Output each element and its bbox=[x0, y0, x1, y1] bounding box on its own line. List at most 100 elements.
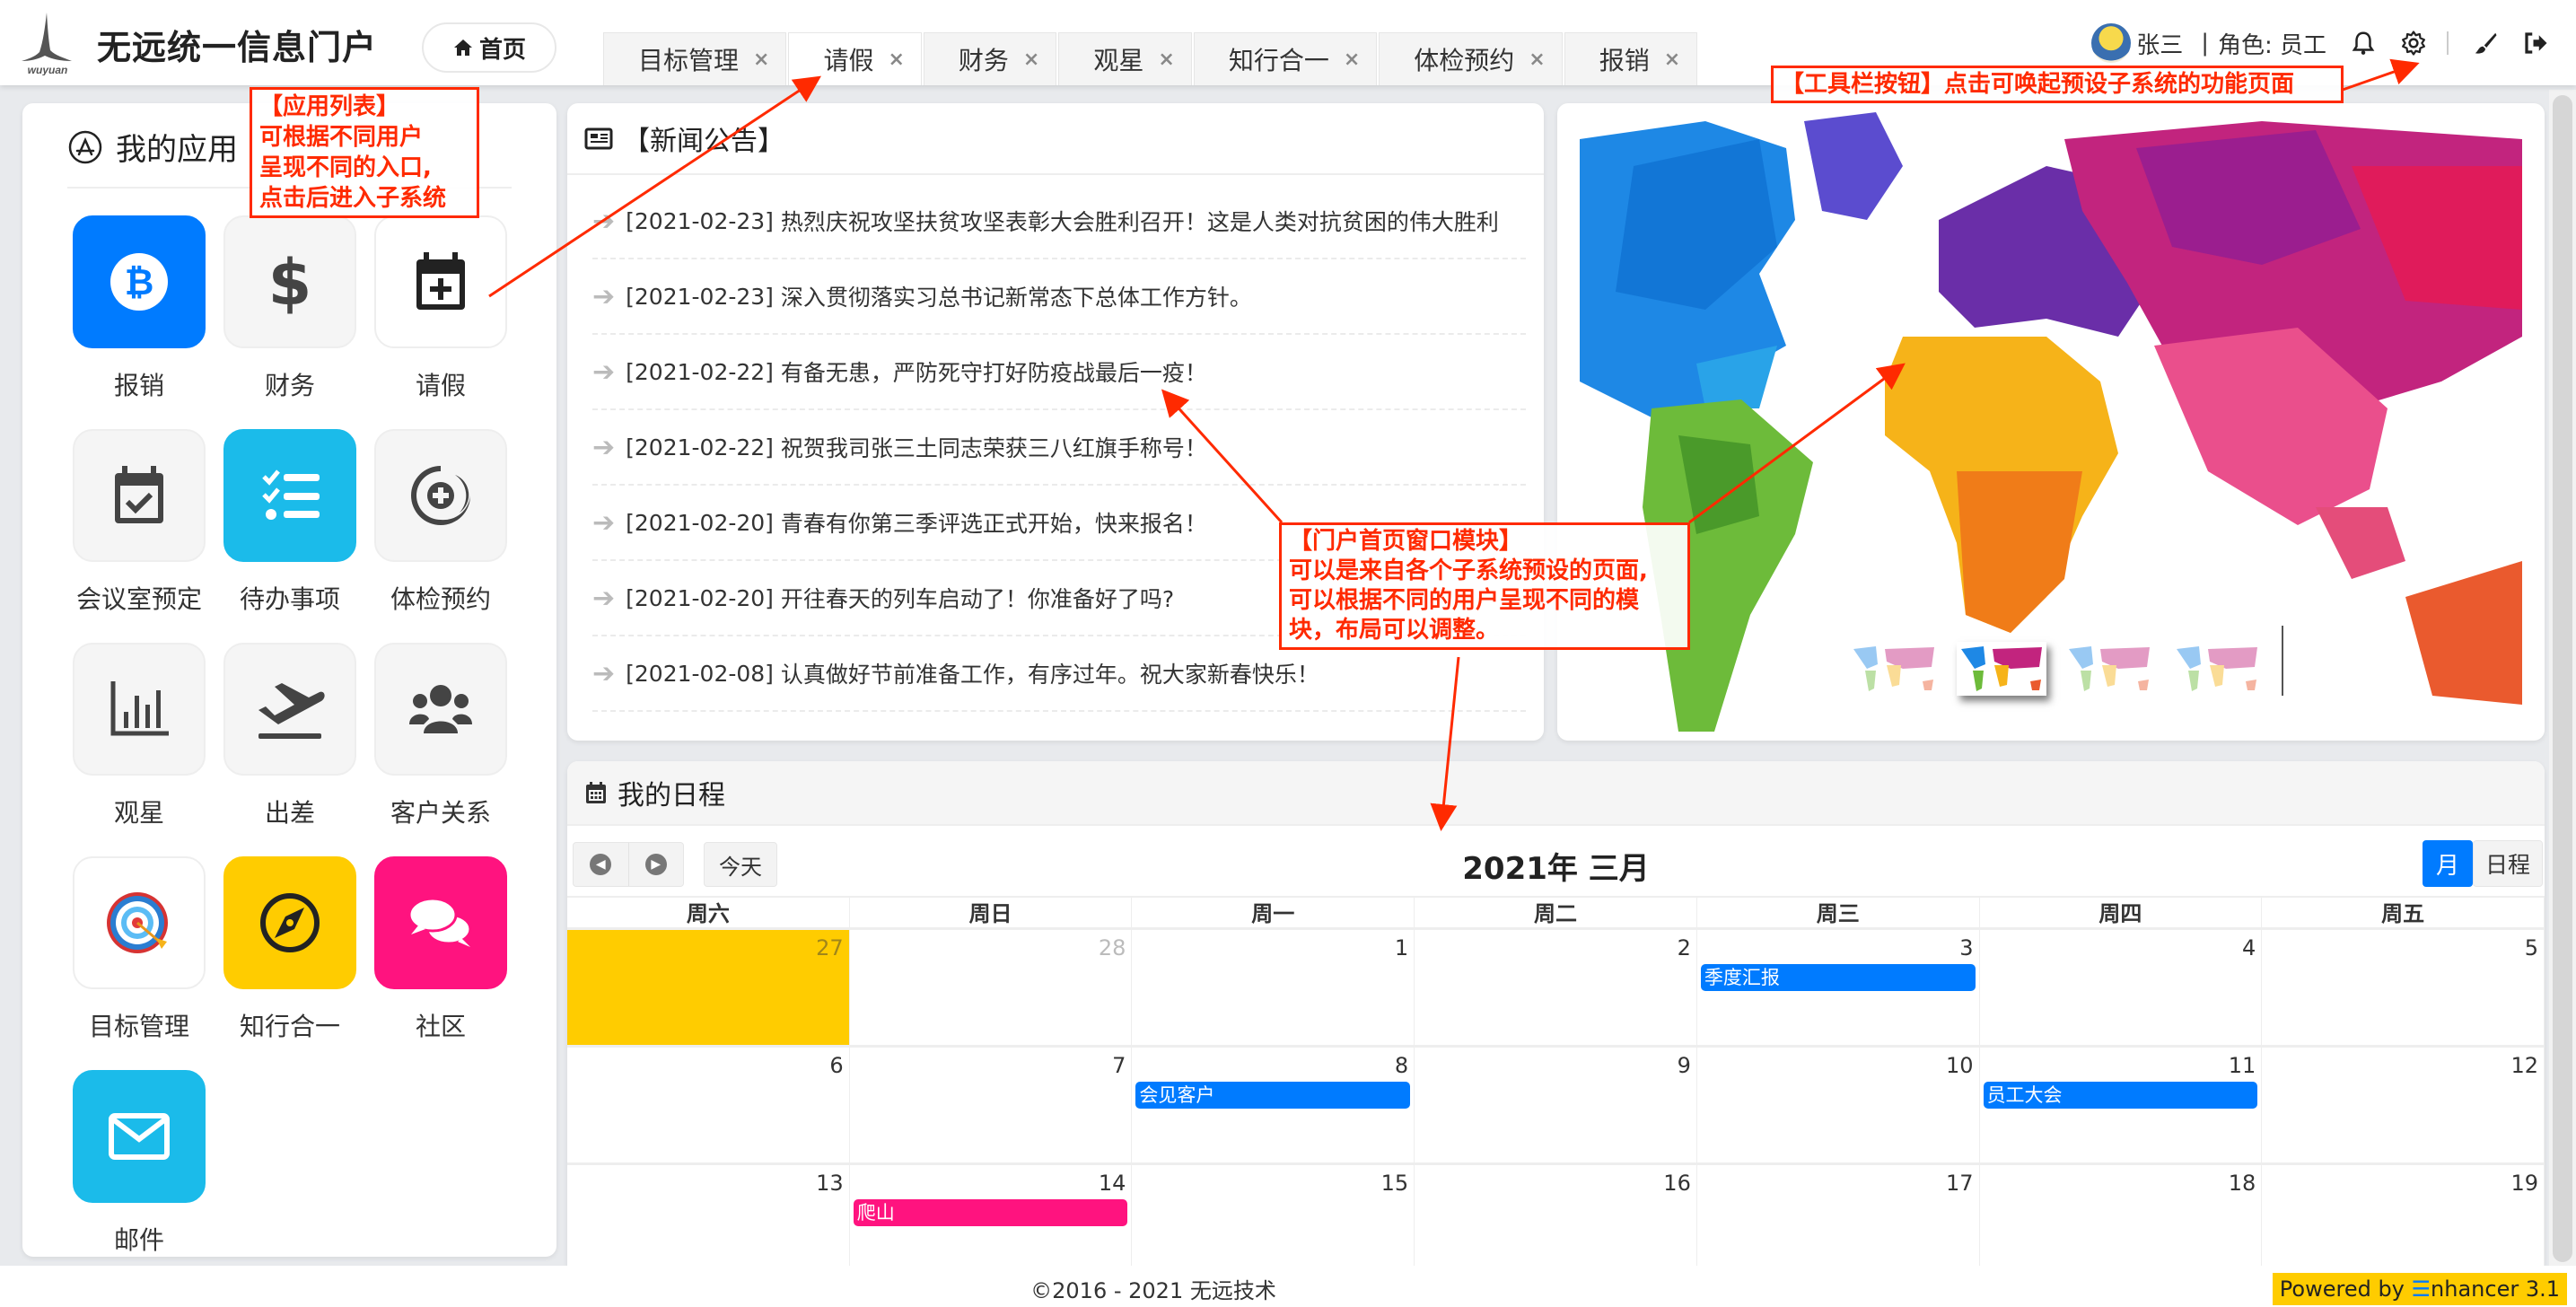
user-name[interactable]: 张三 bbox=[2136, 27, 2183, 60]
calendar-day[interactable]: 17 bbox=[1697, 1165, 1980, 1266]
app-item[interactable]: 邮件 bbox=[73, 1070, 206, 1257]
news-item[interactable]: ➔ [2021-02-22] 祝贺我司张三土同志荣获三八红旗手称号！ bbox=[592, 410, 1526, 486]
brush-icon[interactable] bbox=[2472, 30, 2499, 57]
calendar-day[interactable]: 2 bbox=[1415, 930, 1697, 1045]
news-item[interactable]: ➔ [2021-02-23] 深入贯彻落实习总书记新常态下总体工作方针。 bbox=[592, 259, 1526, 335]
calendar-day[interactable]: 15 bbox=[1132, 1165, 1415, 1266]
home-button[interactable]: 首页 bbox=[422, 22, 556, 73]
calendar-day[interactable]: 11 员工大会 bbox=[1980, 1048, 2263, 1162]
wuyuan-logo[interactable]: wuyuan bbox=[20, 11, 75, 76]
app-item[interactable]: ₿ 报销 bbox=[73, 215, 206, 429]
app-item[interactable]: 体检预约 bbox=[374, 429, 507, 643]
news-item[interactable]: ➔ [2021-02-22] 有备无患，严防死守打好防疫战最后一疫！ bbox=[592, 335, 1526, 410]
users-icon[interactable] bbox=[374, 643, 507, 776]
app-item[interactable]: 请假 bbox=[374, 215, 507, 429]
app-item[interactable]: 会议室预定 bbox=[73, 429, 206, 643]
calendar-day[interactable]: 1 bbox=[1132, 930, 1415, 1045]
news-text[interactable]: 热烈庆祝攻坚扶贫攻坚表彰大会胜利召开！这是人类对抗贫困的伟大胜利 bbox=[781, 205, 1499, 237]
calendar-event[interactable]: 员工大会 bbox=[1983, 1082, 2258, 1109]
calendar-day[interactable]: 16 bbox=[1415, 1165, 1697, 1266]
tab-4[interactable]: 知行合一 × bbox=[1193, 32, 1378, 85]
calendar-day[interactable]: 7 bbox=[850, 1048, 1133, 1162]
comments-icon[interactable] bbox=[374, 856, 507, 989]
calendar-day[interactable]: 28 bbox=[850, 930, 1133, 1045]
app-item[interactable]: $ 财务 bbox=[223, 215, 356, 429]
carousel-thumbnail[interactable] bbox=[2064, 642, 2154, 696]
close-icon[interactable]: × bbox=[1664, 48, 1680, 71]
news-text[interactable]: 开往春天的列车启动了！你准备好了吗? bbox=[781, 582, 1174, 614]
world-map-image[interactable] bbox=[1580, 112, 2522, 732]
calendar-day[interactable]: 10 bbox=[1697, 1048, 1980, 1162]
calendar-day[interactable]: 8 会见客户 bbox=[1132, 1048, 1415, 1162]
carousel-thumbnail[interactable] bbox=[2172, 642, 2262, 696]
next-month-button[interactable]: ▶ bbox=[629, 843, 684, 886]
calendar-day[interactable]: 18 bbox=[1980, 1165, 2263, 1266]
app-item[interactable]: 社区 bbox=[374, 856, 507, 1070]
app-item[interactable]: 目标管理 bbox=[73, 856, 206, 1070]
app-item[interactable]: 观星 bbox=[73, 643, 206, 856]
prev-month-button[interactable]: ◀ bbox=[574, 843, 629, 886]
calendar-day[interactable]: 5 bbox=[2262, 930, 2545, 1045]
news-text[interactable]: 深入贯彻落实习总书记新常态下总体工作方针。 bbox=[781, 280, 1252, 312]
calendar-event[interactable]: 爬山 bbox=[853, 1199, 1128, 1226]
calendar-plus-icon[interactable] bbox=[374, 215, 507, 348]
bitcoin-icon[interactable]: ₿ bbox=[73, 215, 206, 348]
tab-3[interactable]: 观星 × bbox=[1058, 32, 1192, 85]
app-item[interactable]: 知行合一 bbox=[223, 856, 356, 1070]
close-icon[interactable]: × bbox=[1344, 48, 1360, 71]
medical-icon[interactable] bbox=[374, 429, 507, 562]
calendar-day[interactable]: 6 bbox=[567, 1048, 850, 1162]
tab-2[interactable]: 财务 × bbox=[923, 32, 1057, 85]
news-item[interactable]: ➔ [2021-02-23] 热烈庆祝攻坚扶贫攻坚表彰大会胜利召开！这是人类对抗贫… bbox=[592, 184, 1526, 259]
close-icon[interactable]: × bbox=[888, 48, 904, 71]
calendar-day[interactable]: 3 季度汇报 bbox=[1697, 930, 1980, 1045]
tab-6[interactable]: 报销 × bbox=[1564, 32, 1698, 85]
powered-by-badge[interactable]: Powered by ☰nhancer 3.1 bbox=[2272, 1273, 2567, 1305]
carousel-thumbnail[interactable] bbox=[1849, 642, 1939, 696]
tab-label: 报销 bbox=[1599, 46, 1650, 75]
close-icon[interactable]: × bbox=[753, 48, 769, 71]
calendar-day[interactable]: 13 bbox=[567, 1165, 850, 1266]
calendar-day-today[interactable]: 27 bbox=[567, 930, 850, 1045]
compass-icon[interactable] bbox=[223, 856, 356, 989]
scrollbar-thumb[interactable] bbox=[2553, 95, 2572, 1262]
tab-0[interactable]: 目标管理 × bbox=[603, 32, 787, 85]
list-view-button[interactable]: 日程 bbox=[2473, 840, 2543, 887]
close-icon[interactable]: × bbox=[1158, 48, 1174, 71]
tab-5[interactable]: 体检预约 × bbox=[1379, 32, 1563, 85]
news-date: [2021-02-20] bbox=[626, 584, 774, 611]
calendar-day[interactable]: 4 bbox=[1980, 930, 2263, 1045]
news-text[interactable]: 祝贺我司张三土同志荣获三八红旗手称号！ bbox=[781, 431, 1207, 463]
news-text[interactable]: 认真做好节前准备工作，有序过年。祝大家新春快乐！ bbox=[781, 657, 1319, 689]
dollar-icon[interactable]: $ bbox=[223, 215, 356, 348]
tasks-icon[interactable] bbox=[223, 429, 356, 562]
calendar-day[interactable]: 9 bbox=[1415, 1048, 1697, 1162]
carousel-thumbnail[interactable] bbox=[1957, 642, 2046, 696]
calendar-event[interactable]: 季度汇报 bbox=[1700, 964, 1976, 991]
logout-icon[interactable] bbox=[2522, 30, 2549, 57]
app-item[interactable]: 出差 bbox=[223, 643, 356, 856]
close-icon[interactable]: × bbox=[1529, 48, 1545, 71]
calendar-day[interactable]: 14 爬山 bbox=[850, 1165, 1133, 1266]
close-icon[interactable]: × bbox=[1023, 48, 1039, 71]
avatar[interactable] bbox=[2091, 23, 2132, 63]
app-item[interactable]: 待办事项 bbox=[223, 429, 356, 643]
page-scrollbar[interactable] bbox=[2549, 90, 2576, 1266]
plane-departure-icon[interactable] bbox=[223, 643, 356, 776]
calendar-day[interactable]: 12 bbox=[2262, 1048, 2545, 1162]
bell-icon[interactable] bbox=[2350, 30, 2377, 57]
tab-1[interactable]: 请假 × bbox=[788, 32, 922, 85]
calendar-event[interactable]: 会见客户 bbox=[1135, 1082, 1411, 1109]
today-button[interactable]: 今天 bbox=[704, 842, 777, 887]
calendar-check-icon[interactable] bbox=[73, 429, 206, 562]
news-text[interactable]: 青春有你第三季评选正式开始，快来报名！ bbox=[781, 506, 1207, 539]
news-text[interactable]: 有备无患，严防死守打好防疫战最后一疫！ bbox=[781, 355, 1207, 388]
gear-icon[interactable] bbox=[2400, 30, 2427, 57]
calendar-day[interactable]: 19 bbox=[2262, 1165, 2545, 1266]
bar-chart-icon[interactable] bbox=[73, 643, 206, 776]
apps-panel-title: 我的应用 bbox=[67, 125, 238, 169]
target-icon[interactable] bbox=[73, 856, 206, 989]
envelope-icon[interactable] bbox=[73, 1070, 206, 1203]
month-view-button[interactable]: 月 bbox=[2423, 840, 2473, 887]
app-item[interactable]: 客户关系 bbox=[374, 643, 507, 856]
